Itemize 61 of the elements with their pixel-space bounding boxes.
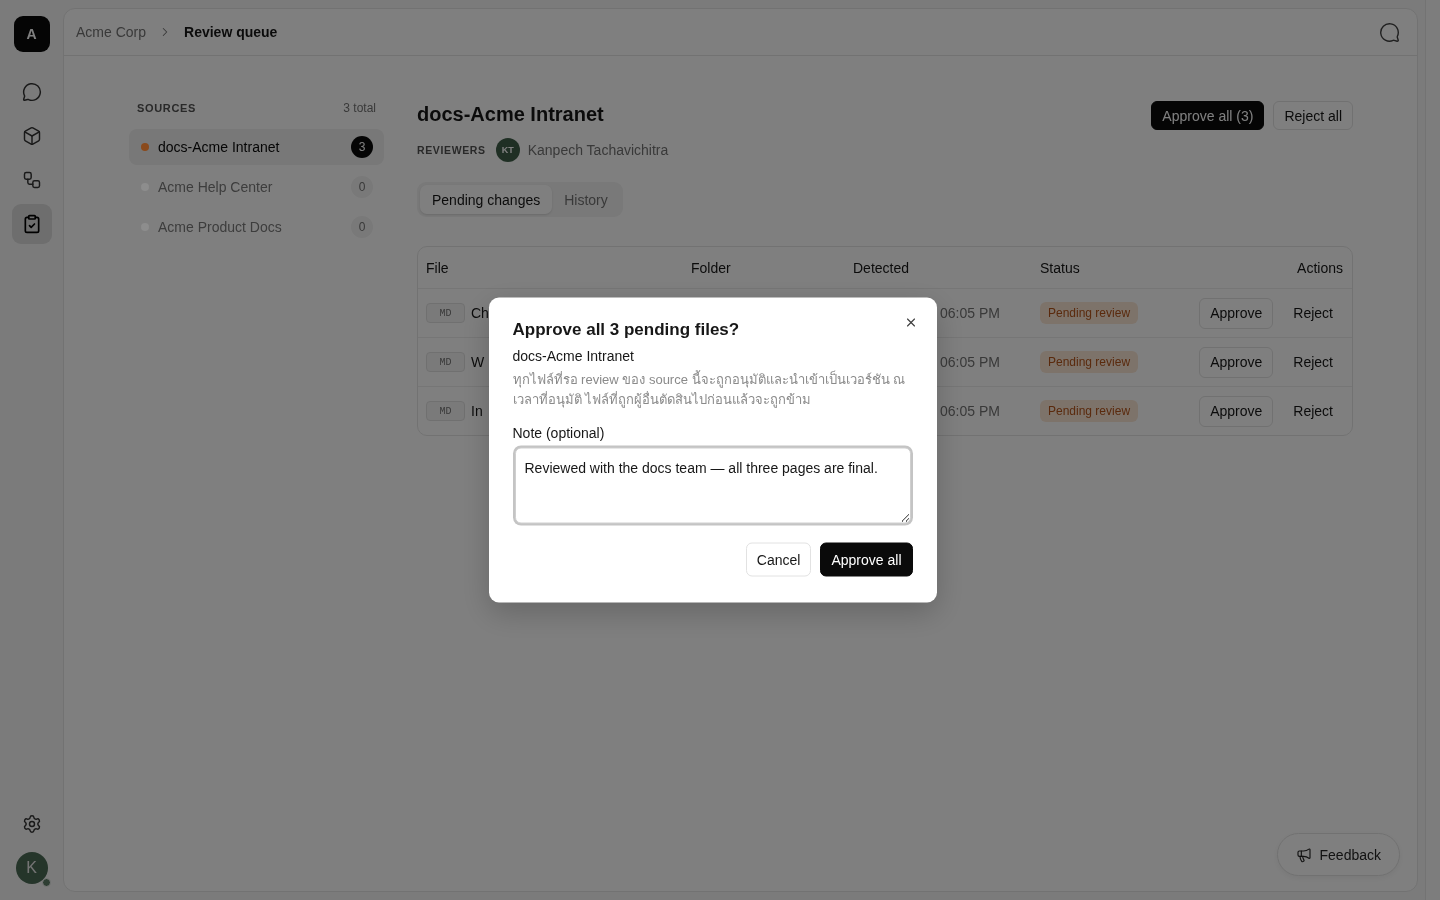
- settings-icon: [21, 814, 42, 834]
- reviewer-avatar: KT: [495, 138, 520, 162]
- chat-bubble-icon[interactable]: [1379, 21, 1400, 43]
- source-item[interactable]: Acme Help Center 0: [129, 169, 384, 205]
- breadcrumb-link[interactable]: Acme Corp: [76, 24, 147, 40]
- field-label: Note (optional): [512, 423, 605, 443]
- approve-button[interactable]: Approve: [1199, 346, 1274, 378]
- count-badge: 0: [351, 176, 373, 198]
- column-header: File: [426, 259, 449, 276]
- reject-button[interactable]: Reject: [1283, 395, 1343, 427]
- column-header: Status: [1040, 259, 1080, 276]
- status-badge: Pending review: [1040, 351, 1139, 373]
- logo[interactable]: A: [13, 16, 50, 52]
- source-name: Acme Product Docs: [158, 219, 283, 235]
- tab[interactable]: Pending changes: [420, 185, 553, 214]
- detected-time: 06:05 PM: [940, 354, 1000, 370]
- megaphone-icon: [1295, 846, 1312, 863]
- count-badge: 3: [351, 136, 373, 158]
- page-title: docs-Acme Intranet: [417, 102, 604, 127]
- detected-time: 06:05 PM: [940, 403, 1000, 419]
- column-header: Actions: [1297, 259, 1343, 276]
- approve-button[interactable]: Approve: [1199, 297, 1274, 329]
- column-header: Detected: [853, 259, 910, 276]
- source-name: docs-Acme Intranet: [158, 139, 281, 155]
- nav-button[interactable]: [11, 204, 52, 244]
- dialog-subtitle: docs-Acme Intranet: [512, 346, 634, 366]
- cube-icon: [21, 126, 42, 146]
- column-header: Folder: [691, 259, 731, 276]
- feedback-button[interactable]: Feedback: [1276, 833, 1400, 876]
- reviewer-name: Kanpech Tachavichitra: [527, 142, 669, 158]
- approve-button[interactable]: Approve: [1199, 395, 1274, 427]
- status-badge: Pending review: [1040, 400, 1139, 422]
- file-type-badge: MD: [426, 401, 465, 421]
- primary-button[interactable]: Approve all (3): [1151, 101, 1265, 130]
- file-type-badge: MD: [426, 352, 465, 372]
- dialog-title: Approve all 3 pending files?: [512, 318, 740, 341]
- note-field[interactable]: Reviewed with the docs team — all three pages are final.: [514, 447, 911, 524]
- total-count: 3 total: [343, 101, 376, 115]
- file-name: In: [471, 403, 483, 419]
- file-name: Ch: [471, 305, 489, 321]
- reject-button[interactable]: Reject: [1283, 346, 1343, 378]
- source-item[interactable]: docs-Acme Intranet 3: [129, 129, 384, 165]
- reviewers-label: REVIEWERS: [417, 144, 486, 156]
- tab[interactable]: History: [552, 185, 620, 214]
- detected-time: 06:05 PM: [940, 305, 1000, 321]
- file-name: W: [471, 354, 485, 370]
- section-heading: SOURCES: [137, 102, 197, 114]
- source-name: Acme Help Center: [158, 179, 274, 195]
- user-avatar[interactable]: K: [15, 852, 48, 884]
- file-type-badge: MD: [426, 303, 465, 323]
- workflow-icon: [21, 170, 42, 190]
- secondary-button[interactable]: Reject all: [1273, 101, 1353, 130]
- confirm-button[interactable]: Approve all: [820, 542, 913, 577]
- source-item[interactable]: Acme Product Docs 0: [129, 209, 384, 245]
- chat-bubble-icon: [21, 82, 42, 102]
- dialog-description: ทุกไฟล์ที่รอ review ของ source นี้จะถูกอนุมัติและนำเข้าเป็นเวอร์ชัน ณ เวลาที่อนุมัติ ไฟล์ที่ถูกผู้อื่นตัดสินไปก่อนแล้วจะถูกข้าม: [512, 369, 907, 410]
- reject-button[interactable]: Reject: [1283, 297, 1343, 329]
- status-badge: Pending review: [1040, 302, 1139, 324]
- breadcrumb-current: Review queue: [184, 24, 278, 40]
- cancel-button[interactable]: Cancel: [745, 542, 812, 577]
- count-badge: 0: [351, 216, 373, 238]
